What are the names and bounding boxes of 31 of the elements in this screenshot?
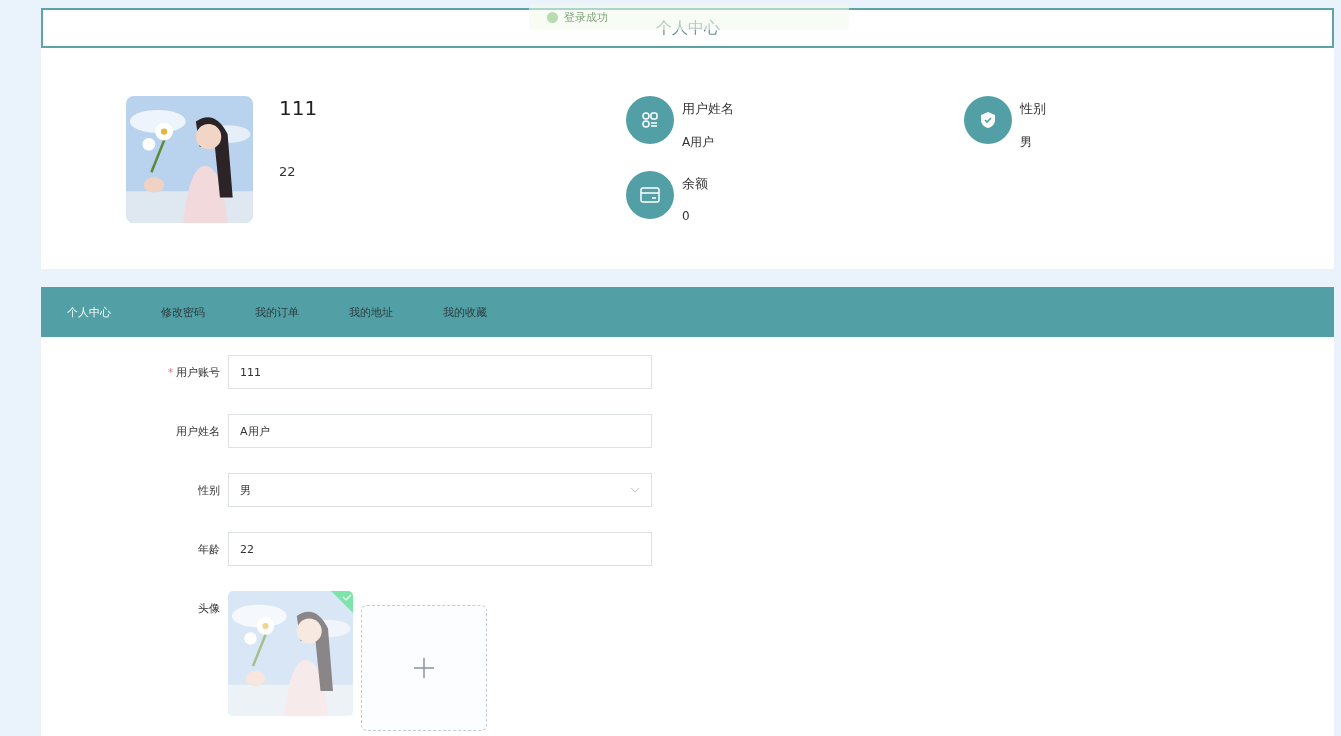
- select-field[interactable]: 男: [228, 473, 652, 507]
- nav-tab[interactable]: 我的收藏: [443, 300, 487, 324]
- input-field[interactable]: A用户: [228, 414, 652, 448]
- apps-icon: [641, 111, 659, 129]
- success-icon: [547, 11, 558, 23]
- nav-tab[interactable]: 我的地址: [349, 300, 393, 324]
- account-text: 111: [279, 96, 318, 120]
- nav-tab[interactable]: 修改密码: [161, 300, 205, 324]
- upload-button[interactable]: [361, 605, 487, 731]
- input-field[interactable]: 22: [228, 532, 652, 566]
- shield-icon: [980, 111, 996, 129]
- stat-value: 0: [682, 209, 691, 223]
- nav-tab[interactable]: 个人中心: [67, 300, 111, 324]
- nav-tab[interactable]: 我的订单: [255, 300, 299, 324]
- stat-label: 性别: [1020, 100, 1046, 118]
- stat-value: A用户: [682, 134, 716, 151]
- form-label: 用户账号: [176, 364, 220, 380]
- input-field[interactable]: 111: [228, 355, 652, 389]
- stat-label: 余额: [682, 175, 708, 193]
- age-text: 22: [279, 164, 297, 179]
- plus-icon: [413, 657, 435, 679]
- form-label: 头像: [198, 600, 220, 616]
- stat-label: 用户姓名: [682, 100, 734, 118]
- page-title: 个人中心: [655, 17, 720, 39]
- form-label: 性别: [198, 482, 220, 498]
- required-mark: *: [168, 366, 173, 378]
- form-label: 年龄: [198, 541, 220, 557]
- form-label: 用户姓名: [176, 423, 220, 439]
- stat-value: 男: [1020, 134, 1033, 151]
- wallet-icon: [640, 187, 660, 203]
- chevron-down-icon: [630, 487, 640, 493]
